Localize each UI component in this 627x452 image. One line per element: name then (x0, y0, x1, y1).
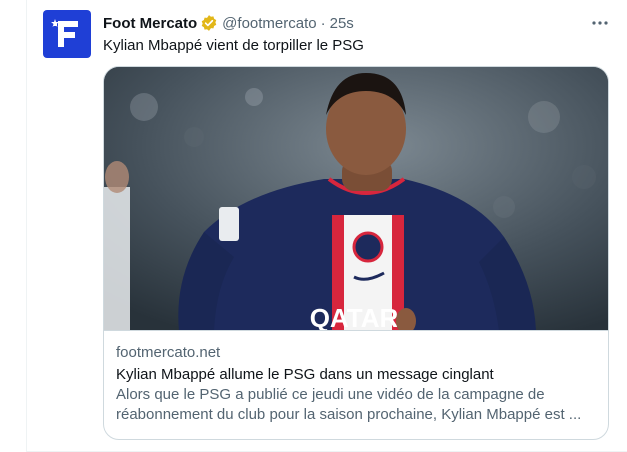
tweet-text: Kylian Mbappé vient de torpiller le PSG (103, 37, 364, 54)
more-options-button[interactable] (587, 10, 613, 36)
foot-mercato-logo-icon (51, 19, 78, 47)
player-photo-icon: QATAR (104, 67, 608, 331)
separator-dot: · (320, 14, 326, 32)
tweet[interactable]: Foot Mercato @footmercato · 25s Kylian M… (26, 0, 627, 452)
more-horizontal-icon (592, 21, 608, 25)
card-meta: footmercato.net Kylian Mbappé allume le … (116, 343, 600, 425)
author-name[interactable]: Foot Mercato (103, 15, 197, 32)
card-description-line: Alors que le PSG a publié ce jeudi une v… (116, 386, 545, 403)
verified-badge-icon[interactable] (200, 14, 218, 32)
link-preview-card[interactable]: QATAR footmercato.net Kylian Mbappé allu… (103, 66, 609, 440)
card-image[interactable]: QATAR (104, 67, 608, 331)
card-description: Alors que le PSG a publié ce jeudi une v… (116, 385, 600, 425)
card-domain[interactable]: footmercato.net (116, 343, 600, 363)
tweet-header: Foot Mercato @footmercato · 25s (103, 13, 354, 33)
author-handle[interactable]: @footmercato (222, 15, 316, 32)
jersey-sponsor-text: QATAR (310, 303, 399, 331)
avatar[interactable] (43, 10, 91, 58)
card-description-line: réabonnement du club pour la saison proc… (116, 406, 582, 423)
card-title[interactable]: Kylian Mbappé allume le PSG dans un mess… (116, 365, 600, 385)
tweet-timestamp[interactable]: 25s (330, 15, 354, 32)
